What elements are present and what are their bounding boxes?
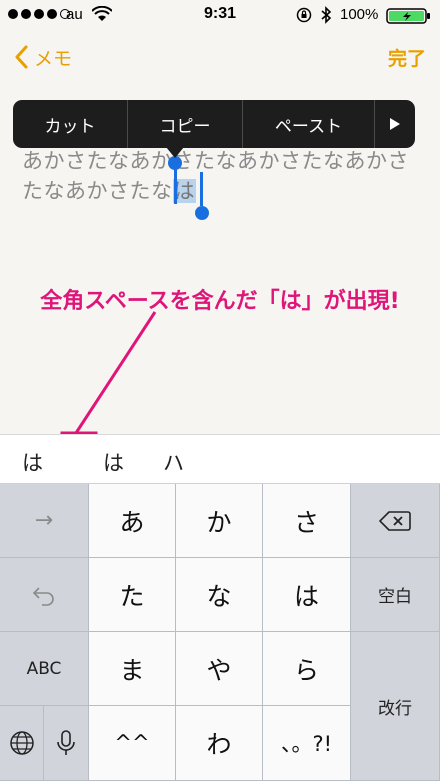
menu-more-button[interactable] [375, 100, 415, 148]
selection-start-line [174, 166, 177, 204]
note-line-1: あかさたなあかさたなあかさたなあかさ [22, 149, 409, 173]
key-wa[interactable]: わ [176, 706, 263, 781]
rotation-lock-icon [296, 7, 312, 23]
triangle-right-icon [390, 118, 400, 130]
key-ma[interactable]: ま [89, 632, 176, 706]
note-text[interactable]: あかさたなあかさたなあかさたなあかさ たなあかさたなは [22, 146, 422, 206]
selection-end-line [200, 172, 203, 206]
key-ha[interactable]: は [263, 558, 351, 632]
space-key[interactable]: 空白 [351, 558, 440, 632]
back-button[interactable]: メモ [14, 42, 72, 72]
candidate-1[interactable]: は [22, 447, 43, 477]
conversion-candidates: は は ハ [0, 434, 440, 484]
delete-key[interactable] [351, 484, 440, 558]
selection-start-handle[interactable] [168, 156, 182, 170]
key-ra[interactable]: ら [263, 632, 351, 706]
menu-item-copy[interactable]: コピー [128, 100, 243, 148]
key-sa[interactable]: さ [263, 484, 351, 558]
microphone-icon [57, 730, 75, 755]
undo-key[interactable] [0, 558, 89, 632]
globe-key[interactable] [0, 706, 44, 781]
return-key[interactable]: 改行 [351, 632, 440, 781]
done-button[interactable]: 完了 [388, 44, 426, 71]
menu-item-paste[interactable]: ペースト [243, 100, 375, 148]
battery-icon [386, 8, 430, 24]
key-ka[interactable]: か [176, 484, 263, 558]
undo-icon [32, 586, 54, 606]
context-menu-pointer [166, 147, 184, 158]
bluetooth-icon [321, 6, 332, 24]
note-line-2-text: たなあかさたな [22, 179, 173, 203]
menu-item-cut[interactable]: カット [13, 100, 128, 148]
abc-key[interactable]: ABC [0, 632, 89, 706]
candidate-3[interactable]: ハ [163, 447, 184, 477]
backspace-icon [379, 510, 411, 531]
status-bar: au 9:31 100% [0, 0, 440, 30]
chevron-left-icon [15, 45, 28, 69]
microphone-key[interactable] [44, 706, 89, 781]
navigation-bar: メモ 完了 [0, 30, 440, 86]
key-na[interactable]: な [176, 558, 263, 632]
key-a[interactable]: あ [89, 484, 176, 558]
note-line-2: たなあかさたなは [22, 176, 422, 206]
globe-icon [9, 731, 34, 755]
key-kaomoji[interactable]: ^^ [89, 706, 176, 781]
edit-context-menu: カット コピー ペースト [13, 100, 415, 148]
battery-percent: 100% [340, 6, 379, 23]
key-ya[interactable]: や [176, 632, 263, 706]
key-punctuation[interactable]: 、。?! [263, 706, 351, 781]
next-candidate-key[interactable]: → [0, 484, 89, 558]
selection-end-handle[interactable] [195, 206, 209, 220]
candidate-2[interactable]: は [103, 447, 124, 477]
key-ta[interactable]: た [89, 558, 176, 632]
kana-keyboard: → ABC あ か さ た な は ま や ら ^^ わ 、。?! 空白 改行 [0, 484, 440, 781]
back-button-label: メモ [34, 47, 73, 70]
